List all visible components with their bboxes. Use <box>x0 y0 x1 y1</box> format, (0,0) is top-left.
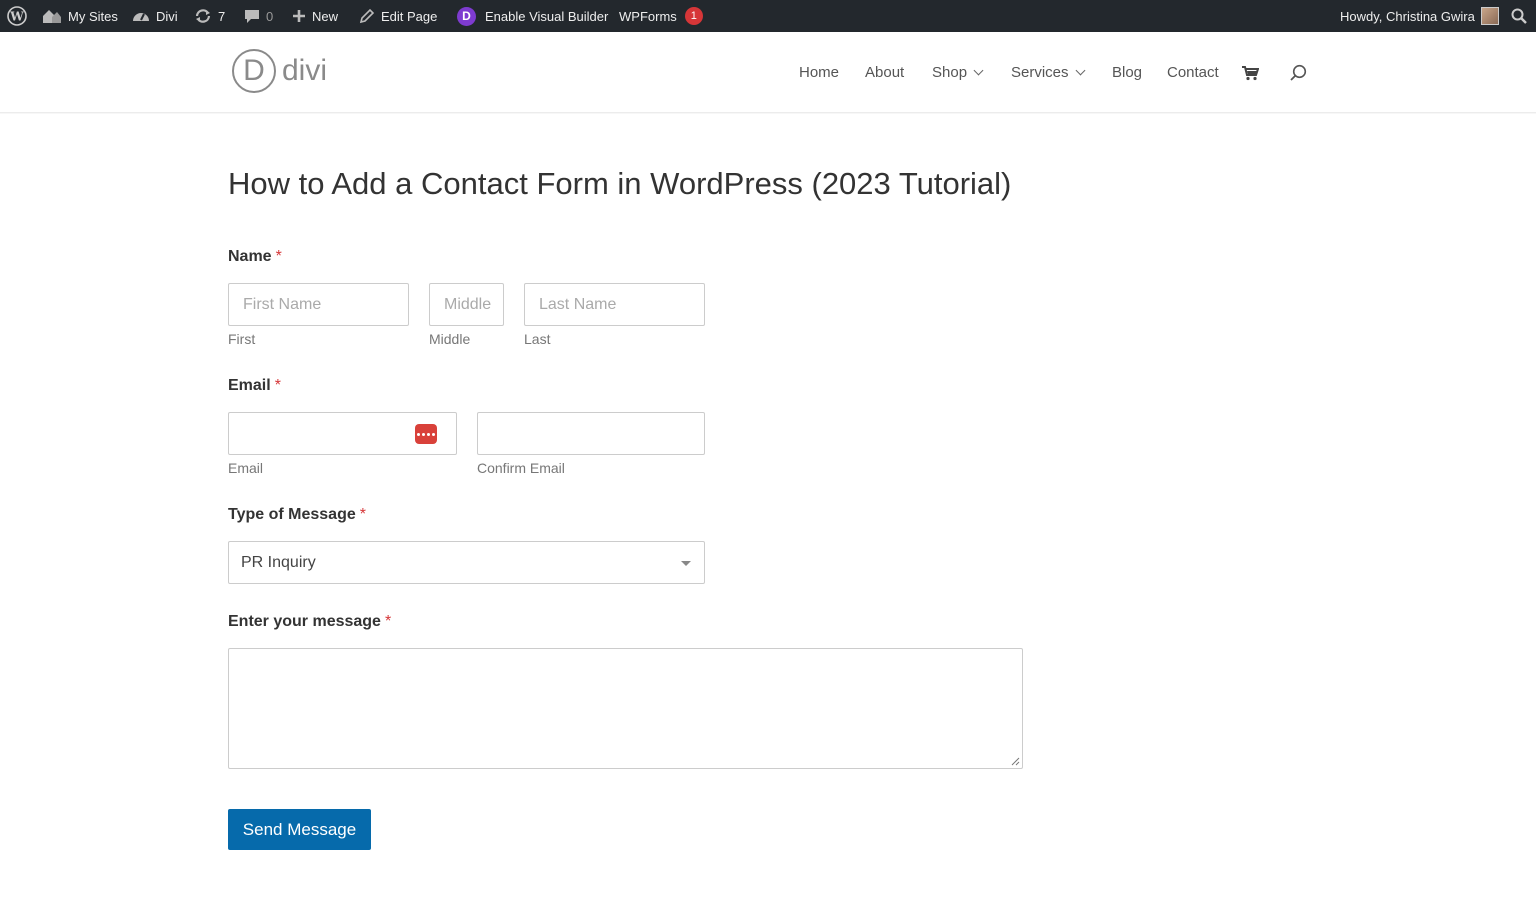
cart-icon[interactable] <box>1241 32 1259 113</box>
nav-home[interactable]: Home <box>799 32 839 113</box>
visual-builder-link[interactable]: D Enable Visual Builder <box>457 0 608 32</box>
nav-contact[interactable]: Contact <box>1167 32 1219 113</box>
chevron-down-icon <box>973 65 984 76</box>
user-account-menu[interactable]: Howdy, Christina Gwira <box>1340 0 1499 32</box>
nav-about[interactable]: About <box>865 32 904 113</box>
wpforms-menu[interactable]: WPForms 1 <box>619 0 703 32</box>
message-type-select[interactable]: PR Inquiry <box>228 541 705 584</box>
comments-icon <box>245 10 259 23</box>
nav-contact-label: Contact <box>1167 64 1219 81</box>
wordpress-logo-icon[interactable]: W <box>7 0 27 32</box>
last-name-placeholder: Last Name <box>539 295 617 313</box>
nav-services-label: Services <box>1011 64 1069 81</box>
message-label-text: Enter your message <box>228 613 381 630</box>
email-field-label: Email * <box>228 377 281 395</box>
avatar <box>1480 7 1499 25</box>
admin-bar: W My Sites Divi 7 0 New Edit Page D Enab… <box>0 0 1536 32</box>
message-field-label: Enter your message * <box>228 613 391 631</box>
adminbar-search[interactable] <box>1511 0 1527 32</box>
middle-name-sublabel: Middle <box>429 331 471 347</box>
name-label-text: Name <box>228 248 272 265</box>
updates-icon <box>195 9 211 23</box>
send-message-label: Send Message <box>242 819 357 839</box>
howdy-label: Howdy, Christina Gwira <box>1340 8 1475 24</box>
comments-count: 0 <box>266 8 274 24</box>
password-manager-icon[interactable] <box>415 424 437 444</box>
required-indicator: * <box>359 506 366 523</box>
last-name-input[interactable]: Last Name <box>524 283 705 326</box>
nav-about-label: About <box>865 64 905 81</box>
message-type-field-label: Type of Message * <box>228 506 366 524</box>
updates-menu[interactable]: 7 <box>194 0 225 32</box>
nav-shop[interactable]: Shop <box>932 32 984 113</box>
my-sites-label: My Sites <box>68 8 118 24</box>
confirm-email-input[interactable] <box>477 412 705 455</box>
email-input[interactable] <box>228 412 457 455</box>
required-indicator: * <box>274 377 281 394</box>
dashboard-icon <box>133 13 149 21</box>
first-name-placeholder: First Name <box>243 295 322 313</box>
wpforms-label: WPForms <box>619 8 677 24</box>
updates-count: 7 <box>218 8 226 24</box>
divi-icon: D <box>457 6 476 26</box>
search-icon[interactable] <box>1289 32 1307 113</box>
my-sites-menu[interactable]: My Sites <box>42 0 118 32</box>
visual-builder-label: Enable Visual Builder <box>485 8 609 24</box>
message-textarea[interactable] <box>228 648 1023 769</box>
first-name-sublabel: First <box>228 331 256 347</box>
nav-services[interactable]: Services <box>1011 32 1085 113</box>
nav-home-label: Home <box>799 64 840 81</box>
middle-name-placeholder: Middle <box>444 295 492 313</box>
site-header: D divi Home About Shop Services Blog Con… <box>0 32 1536 113</box>
comments-menu[interactable]: 0 <box>244 0 273 32</box>
logo-wordmark: divi <box>282 54 328 87</box>
wpforms-notification-badge: 1 <box>684 7 703 25</box>
my-sites-icon <box>43 10 61 23</box>
plus-icon <box>293 10 305 22</box>
email-sublabel: Email <box>228 460 264 476</box>
email-label-text: Email <box>228 377 271 394</box>
required-indicator: * <box>275 248 282 265</box>
logo-mark: D <box>232 49 276 93</box>
new-label: New <box>312 8 339 24</box>
new-content-menu[interactable]: New <box>292 0 338 32</box>
nav-blog[interactable]: Blog <box>1112 32 1142 113</box>
edit-page-link[interactable]: Edit Page <box>359 0 437 32</box>
last-name-sublabel: Last <box>524 331 551 347</box>
search-icon <box>1511 8 1527 24</box>
edit-page-label: Edit Page <box>381 8 438 24</box>
page-title: How to Add a Contact Form in WordPress (… <box>228 166 1012 201</box>
site-logo[interactable]: D divi <box>232 49 327 93</box>
required-indicator: * <box>384 613 392 630</box>
message-type-label-text: Type of Message <box>228 506 356 523</box>
site-name-menu[interactable]: Divi <box>132 0 178 32</box>
send-message-button[interactable]: Send Message <box>228 809 371 850</box>
nav-shop-label: Shop <box>932 64 968 81</box>
nav-blog-label: Blog <box>1112 64 1143 81</box>
resize-handle-icon[interactable] <box>1011 757 1020 766</box>
dropdown-caret-icon <box>681 561 691 566</box>
name-field-label: Name * <box>228 248 282 266</box>
message-type-selected: PR Inquiry <box>241 553 316 571</box>
site-name-label: Divi <box>156 8 178 24</box>
confirm-email-sublabel: Confirm Email <box>477 460 565 476</box>
chevron-down-icon <box>1075 65 1085 76</box>
pencil-icon <box>359 8 375 24</box>
middle-name-input[interactable]: Middle <box>429 283 504 326</box>
first-name-input[interactable]: First Name <box>228 283 409 326</box>
svg-text:W: W <box>9 10 24 24</box>
